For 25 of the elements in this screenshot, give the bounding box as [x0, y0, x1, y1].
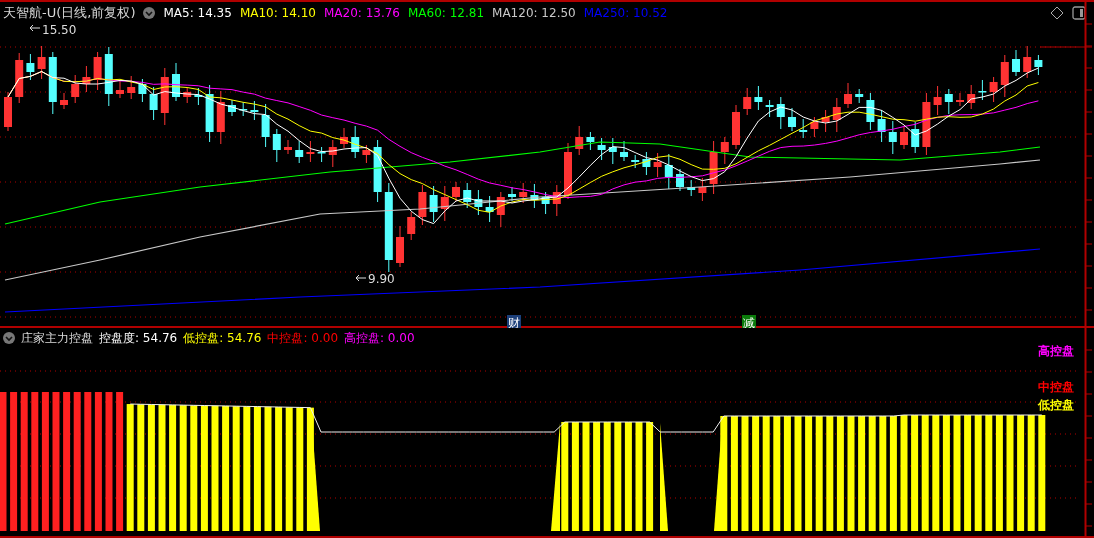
moving-average-label: MA120: 12.50: [492, 6, 576, 20]
moving-average-label: MA10: 14.10: [239, 6, 316, 20]
diamond-icon[interactable]: [1050, 6, 1064, 20]
level-legend-label: 低控盘: [1038, 398, 1074, 412]
moving-average-label: MA20: 13.76: [323, 6, 400, 20]
panel-toggle-icon[interactable]: [1072, 6, 1086, 20]
indicator-reading: 控盘度: 54.76: [99, 329, 178, 347]
level-legend-label: 高控盘: [1038, 344, 1074, 358]
moving-average-label: MA5: 14.35: [163, 6, 232, 20]
arrow-icon: [29, 24, 41, 32]
dropdown-icon[interactable]: [143, 7, 156, 19]
arrow-icon: [355, 274, 367, 282]
level-legend-label: 中控盘: [1038, 380, 1074, 394]
moving-average-label: MA60: 12.81: [408, 6, 485, 20]
indicator-reading: 低控盘: 54.76: [183, 329, 262, 347]
chart-title: 天智航-U(日线,前复权): [3, 4, 136, 22]
indicator-reading: 高控盘: 0.00: [344, 329, 415, 347]
dropdown-icon[interactable]: [3, 332, 15, 344]
event-marker[interactable]: 减: [742, 315, 756, 328]
moving-average-label: MA250: 10.52: [583, 6, 668, 20]
indicator-title: 庄家主力控盘: [21, 329, 93, 347]
event-marker[interactable]: 财: [507, 315, 521, 328]
low-price-label: 9.90: [368, 272, 395, 286]
indicator-reading: 中控盘: 0.00: [267, 329, 338, 347]
high-price-label: 15.50: [42, 23, 77, 37]
